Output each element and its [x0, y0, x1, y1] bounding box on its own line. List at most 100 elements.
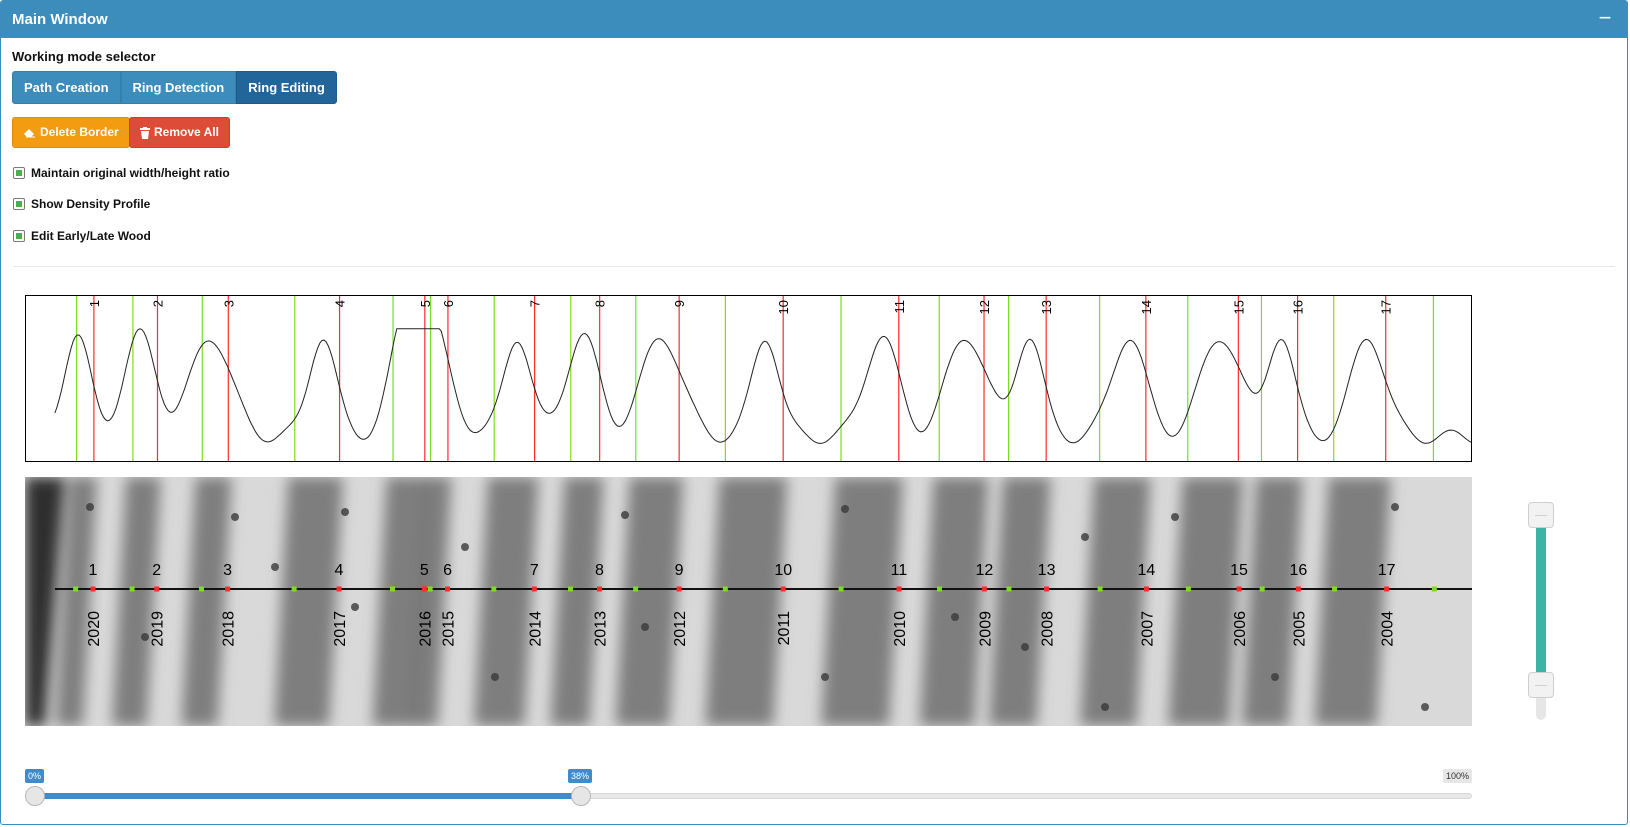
ring-year-label: 2018	[221, 611, 238, 647]
eraser-icon	[24, 129, 35, 138]
early-late-point	[568, 586, 574, 592]
main-window: Main Window − Working mode selector Path…	[0, 0, 1628, 825]
density-ring-number-label: 3	[221, 300, 236, 307]
ring-year-label: 2012	[672, 611, 689, 647]
density-ring-number-label: 9	[672, 300, 687, 307]
maintain-ratio-checkbox[interactable]	[13, 167, 25, 179]
ring-number-label: 9	[675, 562, 684, 579]
density-ring-number-label: 10	[776, 300, 791, 314]
core-speckle	[1021, 643, 1029, 651]
show-density-checkbox-row[interactable]: Show Density Profile	[13, 197, 150, 211]
core-speckle	[621, 511, 629, 519]
ring-year-label: 2007	[1139, 611, 1156, 647]
latewood-band	[821, 477, 903, 726]
density-ring-number-label: 16	[1291, 300, 1306, 314]
ring-number-label: 12	[975, 562, 993, 579]
ring-year-label: 2019	[150, 611, 167, 647]
core-speckle	[641, 623, 649, 631]
zoom-max-label: 100%	[1442, 769, 1472, 783]
core-speckle	[141, 633, 149, 641]
density-ring-number-label: 2	[150, 300, 165, 307]
ring-year-label: 2014	[527, 611, 544, 647]
early-late-point	[937, 586, 943, 592]
early-late-point	[73, 586, 79, 592]
ring-point	[981, 586, 987, 592]
ring-year-label: 2011	[776, 611, 793, 646]
show-density-label: Show Density Profile	[31, 197, 151, 211]
ring-point	[1143, 586, 1149, 592]
maintain-ratio-checkbox-row[interactable]: Maintain original width/height ratio	[13, 166, 230, 180]
zoom-slider[interactable]: 0% 38% 100%	[25, 769, 1472, 809]
latewood-band	[705, 477, 788, 726]
vertical-slider-lower-handle[interactable]	[1528, 672, 1554, 699]
early-late-point	[291, 586, 297, 592]
core-speckle	[271, 563, 279, 571]
show-density-checkbox[interactable]	[13, 198, 25, 210]
density-ring-number-label: 17	[1379, 300, 1394, 314]
density-ring-number-label: 6	[441, 300, 456, 307]
ring-point	[676, 586, 682, 592]
window-header: Main Window −	[1, 1, 1627, 38]
ring-number-label: 8	[595, 562, 604, 579]
ring-point	[596, 586, 602, 592]
ring-point	[421, 586, 427, 592]
early-late-point	[1185, 586, 1191, 592]
remove-all-button[interactable]: Remove All	[129, 117, 230, 148]
density-ring-number-label: 15	[1231, 300, 1246, 314]
core-speckle	[1421, 703, 1429, 711]
ring-detection-button[interactable]: Ring Detection	[120, 71, 237, 104]
ring-point	[1044, 586, 1050, 592]
divider	[13, 266, 1615, 267]
working-mode-label: Working mode selector	[12, 49, 156, 64]
core-speckle	[86, 503, 94, 511]
zoom-slider-min-knob[interactable]	[25, 786, 45, 806]
density-ring-number-label: 4	[333, 300, 348, 307]
working-mode-selector: Path Creation Ring Detection Ring Editin…	[12, 71, 337, 104]
ring-number-label: 6	[443, 562, 452, 579]
ring-number-label: 1	[89, 562, 98, 579]
maintain-ratio-label: Maintain original width/height ratio	[31, 166, 230, 180]
core-speckle	[1101, 703, 1109, 711]
vertical-range-slider[interactable]	[1528, 502, 1554, 722]
collapse-button[interactable]: −	[1593, 4, 1617, 32]
density-ring-number-label: 1	[87, 300, 102, 307]
early-late-point	[633, 586, 639, 592]
early-late-point	[199, 586, 205, 592]
ring-number-label: 5	[420, 562, 429, 579]
edit-early-late-checkbox[interactable]	[13, 230, 25, 242]
core-speckle	[341, 508, 349, 516]
early-late-point	[1006, 586, 1012, 592]
ring-year-label: 2005	[1291, 611, 1308, 647]
edit-early-late-checkbox-row[interactable]: Edit Early/Late Wood	[13, 229, 151, 243]
ring-point	[1236, 586, 1242, 592]
ring-year-label: 2006	[1232, 611, 1249, 647]
density-profile-plot[interactable]: 1 2 3 4 5 6 7 8 9 10 11 12 13 14 15 16 17	[25, 295, 1472, 462]
zoom-slider-value-knob[interactable]	[571, 786, 592, 806]
ring-number-label: 15	[1230, 562, 1248, 579]
ring-year-label: 2010	[892, 611, 909, 647]
ring-year-label: 2004	[1380, 611, 1397, 647]
density-profile-svg: 1 2 3 4 5 6 7 8 9 10 11 12 13 14 15 16 17	[54, 296, 1471, 461]
wood-core-svg: 1 2020 2 2019 3 2018 4 2017 5 2016 6 2015 7 2014 8 2013…	[25, 477, 1472, 726]
density-ring-number-label: 14	[1139, 300, 1154, 314]
ring-number-label: 17	[1378, 562, 1396, 579]
ring-editing-button[interactable]: Ring Editing	[236, 71, 337, 104]
density-ring-number-label: 11	[892, 300, 907, 314]
wood-core-image[interactable]: 1 2020 2 2019 3 2018 4 2017 5 2016 6 2015 7 2014 8 2013…	[25, 477, 1472, 726]
early-late-point	[1259, 586, 1265, 592]
ring-point	[90, 586, 96, 592]
delete-border-button[interactable]: Delete Border	[12, 117, 130, 148]
ring-point	[445, 586, 451, 592]
core-speckle	[1171, 513, 1179, 521]
ring-point	[1295, 586, 1301, 592]
ring-number-label: 14	[1138, 562, 1156, 579]
edit-early-late-label: Edit Early/Late Wood	[31, 229, 151, 243]
density-ring-number-label: 8	[593, 300, 608, 307]
ring-number-label: 7	[530, 562, 539, 579]
zoom-value-label: 38%	[568, 769, 593, 783]
early-late-point	[1097, 586, 1103, 592]
ring-year-label: 2020	[86, 611, 103, 647]
path-creation-button[interactable]: Path Creation	[12, 71, 121, 104]
vertical-slider-upper-handle[interactable]	[1528, 502, 1554, 529]
ring-point	[336, 586, 342, 592]
